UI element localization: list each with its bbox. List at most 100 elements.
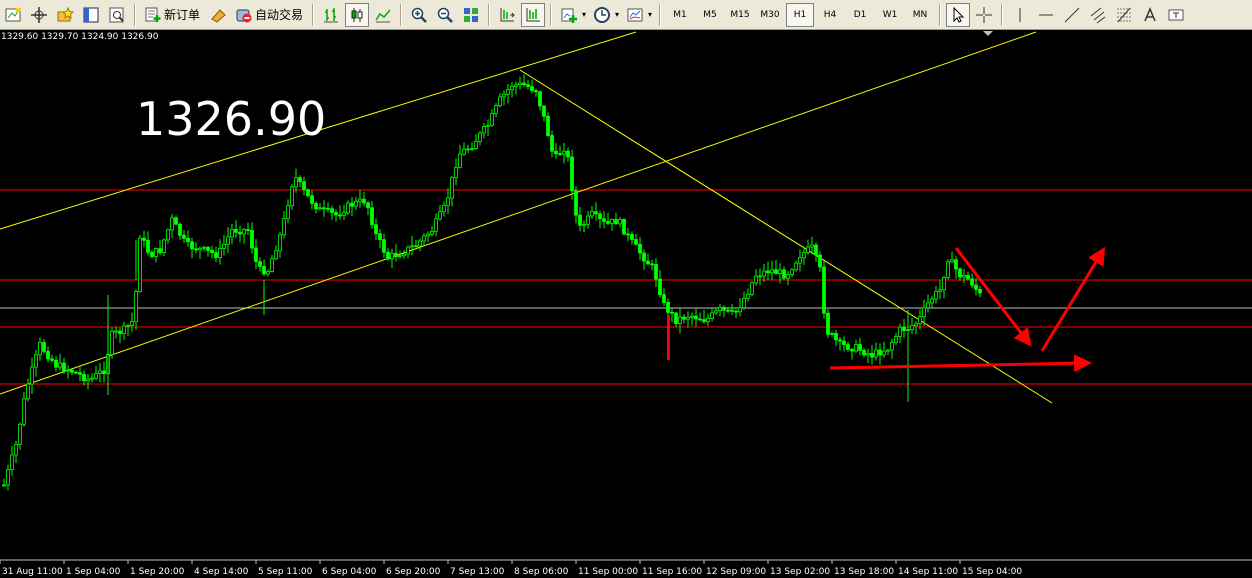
line-chart-icon[interactable]: [371, 3, 395, 27]
candle-body: [14, 443, 18, 456]
timeframe-m1[interactable]: M1: [666, 3, 694, 27]
candle-body: [642, 252, 646, 262]
candle-body: [594, 211, 598, 215]
new-chart-icon[interactable]: [1, 3, 25, 27]
timeframe-m15[interactable]: M15: [726, 3, 754, 27]
navigator-icon[interactable]: [79, 3, 103, 27]
candle-body: [58, 362, 62, 368]
x-tick-label: 4 Sep 14:00: [194, 567, 249, 577]
candle-body: [66, 369, 70, 372]
text-tool-icon[interactable]: [1138, 3, 1162, 27]
trendline-icon[interactable]: [1060, 3, 1084, 27]
candle-body: [590, 211, 594, 217]
toolbar-separator: [1001, 3, 1004, 26]
candle-body: [354, 200, 358, 207]
bar-chart-icon[interactable]: [319, 3, 343, 27]
tile-windows-icon[interactable]: [459, 3, 483, 27]
candle-body: [662, 294, 666, 303]
text-label-icon[interactable]: [1164, 3, 1188, 27]
x-tick-label: 1 Sep 04:00: [66, 567, 121, 577]
zoom-out-icon[interactable]: [433, 3, 457, 27]
timeframe-w1[interactable]: W1: [876, 3, 904, 27]
candle-body: [574, 190, 578, 216]
candle-body: [262, 266, 266, 275]
candle-body: [698, 318, 702, 321]
marketwatch-icon[interactable]: [206, 3, 230, 27]
candle-body: [454, 166, 458, 178]
auto-scroll-icon[interactable]: [521, 2, 546, 27]
candle-body: [130, 321, 134, 326]
timeframe-d1[interactable]: D1: [846, 3, 874, 27]
periods-dropdown-icon[interactable]: ▾: [613, 3, 621, 27]
candle-body: [338, 214, 342, 217]
timeframe-h1[interactable]: H1: [786, 2, 815, 27]
candle-body: [194, 248, 198, 251]
candle-body: [498, 96, 502, 106]
candle-body: [706, 317, 710, 323]
candle-body: [786, 274, 790, 279]
candle-body: [218, 247, 222, 259]
ohlc-readout: 1329.60 1329.70 1324.90 1326.90: [1, 32, 159, 42]
candle-body: [802, 252, 806, 259]
auto-trading-icon: [236, 9, 252, 22]
fibonacci-icon[interactable]: [1112, 3, 1136, 27]
cursor-icon[interactable]: [946, 2, 971, 27]
candle-body: [390, 253, 394, 260]
candle-body: [598, 213, 602, 220]
horizontal-line-icon[interactable]: [1034, 3, 1058, 27]
candle-body: [758, 275, 762, 278]
candle-body: [914, 323, 918, 327]
zoom-in-icon[interactable]: [407, 3, 431, 27]
vertical-line-icon[interactable]: [1008, 3, 1032, 27]
move-icon[interactable]: [27, 3, 51, 27]
candle-body: [970, 278, 974, 286]
candle-body: [38, 342, 42, 356]
candle-body: [350, 202, 354, 207]
auto-trading-button[interactable]: 自动交易: [232, 3, 307, 27]
candle-body: [122, 325, 126, 334]
candle-body: [502, 93, 506, 98]
timeframe-m30[interactable]: M30: [756, 3, 784, 27]
candle-body: [230, 228, 234, 238]
terminal-search-icon[interactable]: [105, 3, 129, 27]
indicators-dropdown-icon[interactable]: ▾: [580, 3, 588, 27]
candle-body: [690, 315, 694, 318]
candle-body: [418, 240, 422, 247]
candle-body: [666, 302, 670, 313]
candle-body: [950, 259, 954, 263]
candle-body: [910, 325, 914, 330]
chart-shift-icon[interactable]: [495, 3, 519, 27]
indicators-icon[interactable]: [557, 3, 581, 27]
templates-dropdown-icon[interactable]: ▾: [646, 3, 654, 27]
timeframe-h4[interactable]: H4: [816, 3, 844, 27]
templates-icon[interactable]: [623, 3, 647, 27]
toolbar-separator: [400, 3, 403, 26]
candle-body: [542, 105, 546, 117]
candle-body: [958, 268, 962, 278]
crosshair-icon[interactable]: [972, 3, 996, 27]
candle-body: [414, 245, 418, 248]
candle-body: [470, 148, 474, 150]
timeframe-mn[interactable]: MN: [906, 3, 934, 27]
candle-body: [790, 269, 794, 275]
candle-body: [810, 244, 814, 248]
candle-body: [822, 266, 826, 314]
timeframe-m5[interactable]: M5: [696, 3, 724, 27]
candle-body: [682, 316, 686, 320]
candle-body: [86, 378, 90, 382]
candle-body: [62, 362, 66, 372]
candle-body: [178, 223, 182, 236]
x-tick-label: 11 Sep 16:00: [642, 567, 702, 577]
new-order-button[interactable]: 新订单: [141, 3, 204, 27]
candlestick-chart-icon[interactable]: [345, 2, 370, 27]
candle-body: [326, 207, 330, 210]
candle-body: [110, 330, 114, 355]
favorites-icon[interactable]: [53, 3, 77, 27]
equidistant-channel-icon[interactable]: [1086, 3, 1110, 27]
candle-body: [886, 349, 890, 352]
periods-clock-icon[interactable]: [590, 3, 614, 27]
candle-body: [26, 383, 30, 400]
candle-body: [430, 230, 434, 235]
candle-body: [930, 298, 934, 304]
candle-body: [750, 282, 754, 295]
